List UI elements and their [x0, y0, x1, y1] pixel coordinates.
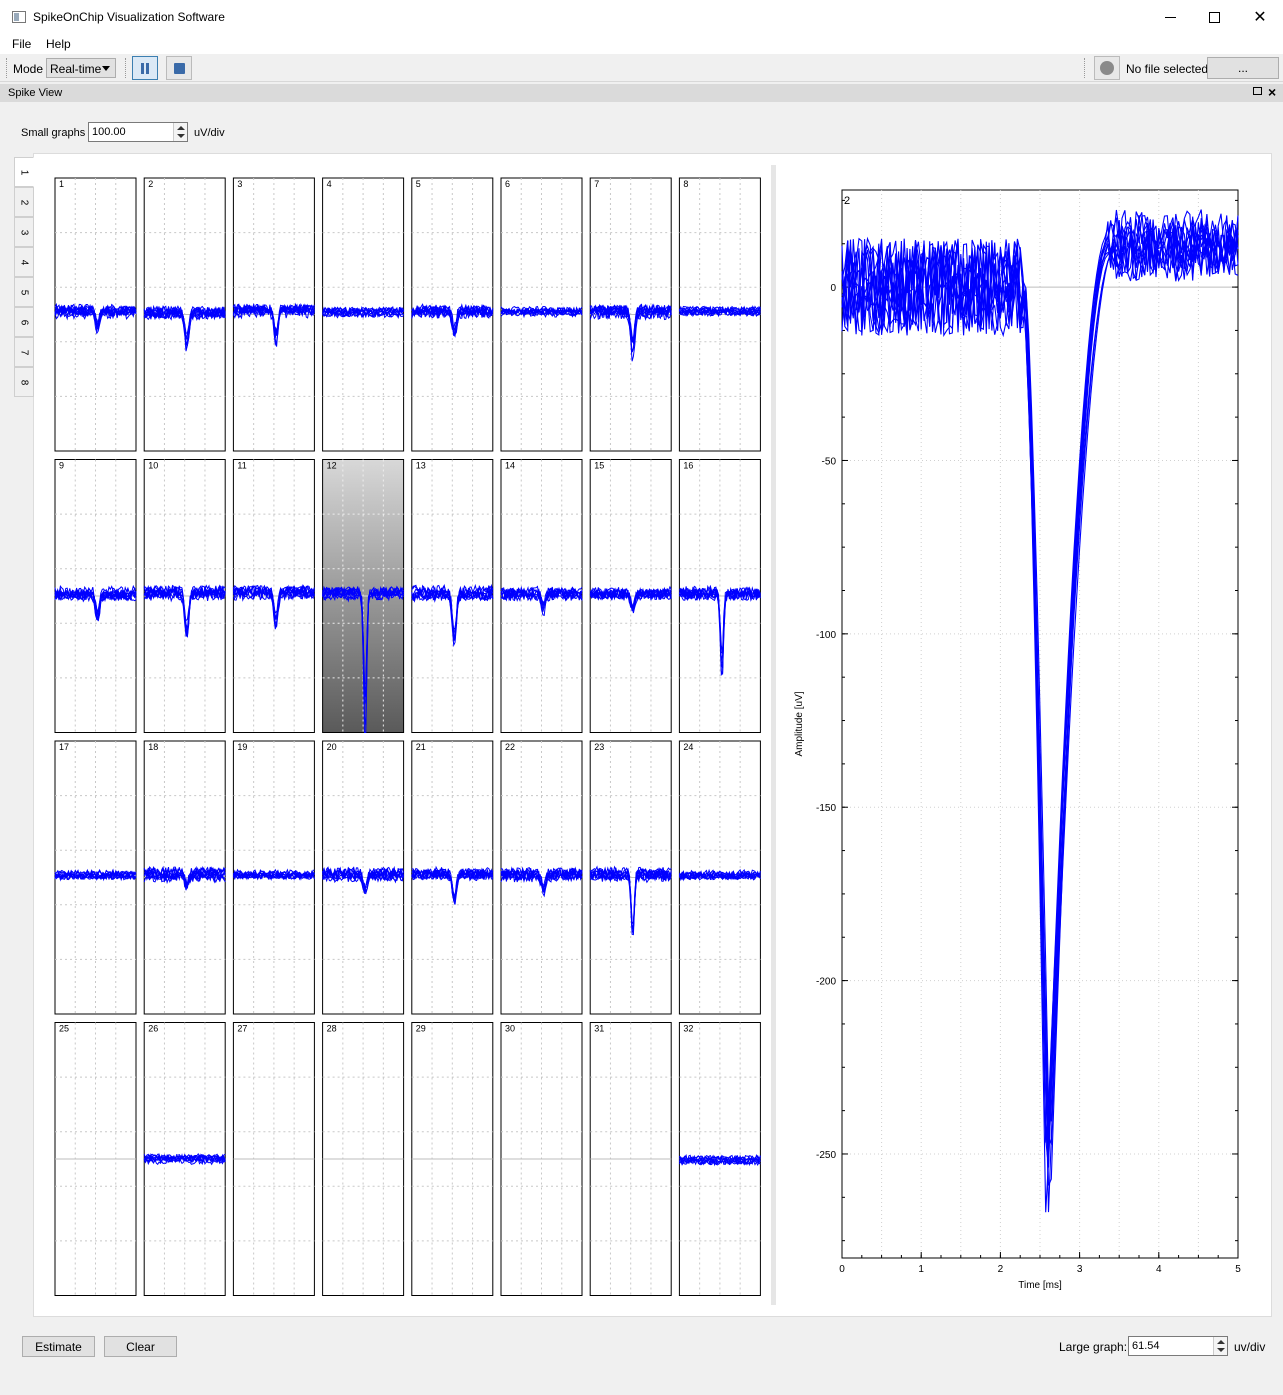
channel-number: 15 [594, 461, 604, 471]
channel-graph-23[interactable]: 23 [589, 740, 672, 1015]
x-axis-label: Time [ms] [1018, 1280, 1062, 1291]
channel-number: 3 [237, 179, 242, 189]
channel-number: 23 [594, 742, 604, 752]
channel-number: 19 [237, 742, 247, 752]
y-axis-label: Amplitude [uV] [794, 691, 805, 756]
large-graph-label: Large graph: [1059, 1340, 1128, 1354]
channel-graph-21[interactable]: 21 [411, 740, 494, 1015]
channel-number: 2 [148, 179, 153, 189]
channel-graph-29[interactable]: 29 [411, 1022, 494, 1296]
spin-arrows-large[interactable] [1213, 1337, 1227, 1355]
channel-graph-15[interactable]: 15 [589, 459, 672, 733]
channel-number: 9 [59, 461, 64, 471]
channel-graph-1[interactable]: 1 [54, 177, 137, 452]
channel-graph-16[interactable]: 16 [678, 459, 761, 733]
channel-graph-22[interactable]: 22 [500, 740, 583, 1015]
channel-number: 5 [416, 179, 421, 189]
channel-graph-27[interactable]: 27 [232, 1022, 315, 1296]
channel-number: 27 [237, 1024, 247, 1034]
x-tick-label: 2 [998, 1264, 1004, 1275]
channel-graph-10[interactable]: 10 [143, 459, 226, 733]
channel-graph-7[interactable]: 7 [589, 177, 672, 452]
channel-number: 31 [594, 1024, 604, 1034]
channel-graph-2[interactable]: 2 [143, 177, 226, 452]
channel-graph-19[interactable]: 19 [232, 740, 315, 1015]
spin-down-icon[interactable] [1217, 1348, 1225, 1352]
channel-graph-24[interactable]: 24 [678, 740, 761, 1015]
channel-number: 4 [327, 179, 332, 189]
x-tick-label: 0 [839, 1264, 845, 1275]
channel-number: 29 [416, 1024, 426, 1034]
channel-number: 8 [683, 179, 688, 189]
channel-number: 6 [505, 179, 510, 189]
channel-graph-5[interactable]: 5 [411, 177, 494, 452]
channel-number: 18 [148, 742, 158, 752]
channel-graph-13[interactable]: 13 [411, 459, 494, 733]
channel-graph-12[interactable]: 12 [322, 459, 405, 733]
x-tick-label: 1 [918, 1264, 924, 1275]
channel-number: 13 [416, 461, 426, 471]
channel-graph-14[interactable]: 14 [500, 459, 583, 733]
channel-number: 22 [505, 742, 515, 752]
channel-number: 30 [505, 1024, 515, 1034]
channel-number: 28 [327, 1024, 337, 1034]
clear-button[interactable]: Clear [104, 1336, 177, 1357]
spin-up-icon[interactable] [1217, 1340, 1225, 1344]
channel-graph-8[interactable]: 8 [678, 177, 761, 452]
channel-number: 16 [683, 461, 693, 471]
channel-graph-31[interactable]: 31 [589, 1022, 672, 1296]
channel-graph-30[interactable]: 30 [500, 1022, 583, 1296]
channel-graph-6[interactable]: 6 [500, 177, 583, 452]
channel-number: 20 [327, 742, 337, 752]
y-tick-label: -50 [822, 456, 837, 467]
spike-graphs: 1 2 3 4 5 6 7 89 10 11 12 13 14 15 1617 18 19 20 21 22 23 242… [54, 177, 1241, 1296]
channel-number: 21 [416, 742, 426, 752]
channel-number: 1 [59, 179, 64, 189]
channel-number: 10 [148, 461, 158, 471]
y-tick-label: 0 [830, 283, 836, 294]
channel-number: 7 [594, 179, 599, 189]
channel-number: 17 [59, 742, 69, 752]
channel-number: 11 [237, 461, 246, 471]
channel-number: 12 [327, 461, 337, 471]
estimate-button[interactable]: Estimate [22, 1336, 95, 1357]
channel-graph-26[interactable]: 26 [143, 1022, 226, 1296]
x-tick-label: 5 [1235, 1264, 1241, 1275]
channel-graph-18[interactable]: 18 [143, 740, 226, 1015]
channel-graph-11[interactable]: 11 [232, 459, 315, 733]
large-graph-value: 61.54 [1132, 1340, 1160, 1352]
y-tick-label: -100 [816, 630, 836, 641]
y-tick-label: -250 [816, 1150, 836, 1161]
channel-number: 25 [59, 1024, 69, 1034]
channel-graph-32[interactable]: 32 [678, 1022, 761, 1296]
large-graph-channel: 2 [844, 195, 850, 207]
channel-graph-4[interactable]: 4 [322, 177, 405, 452]
channel-graph-9[interactable]: 9 [54, 459, 137, 733]
y-tick-label: -200 [816, 977, 836, 988]
channel-graph-3[interactable]: 3 [232, 177, 315, 452]
channel-number: 26 [148, 1024, 158, 1034]
large-graph-spinbox[interactable]: 61.54 [1128, 1336, 1228, 1356]
x-tick-label: 3 [1077, 1264, 1083, 1275]
channel-graph-17[interactable]: 17 [54, 740, 137, 1015]
x-tick-label: 4 [1156, 1264, 1162, 1275]
y-tick-label: -150 [816, 803, 836, 814]
channel-graph-20[interactable]: 20 [322, 740, 405, 1015]
large-graph: 0 -50 -100 -150 -200 -250 0 1 2 3 4 5 2 Time [ms] Ampl… [794, 189, 1241, 1291]
large-graph-unit: uv/div [1234, 1340, 1266, 1354]
channel-number: 14 [505, 461, 515, 471]
channel-graph-28[interactable]: 28 [322, 1022, 405, 1296]
channel-number: 32 [683, 1024, 693, 1034]
channel-graph-25[interactable]: 25 [54, 1022, 137, 1296]
channel-number: 24 [683, 742, 693, 752]
